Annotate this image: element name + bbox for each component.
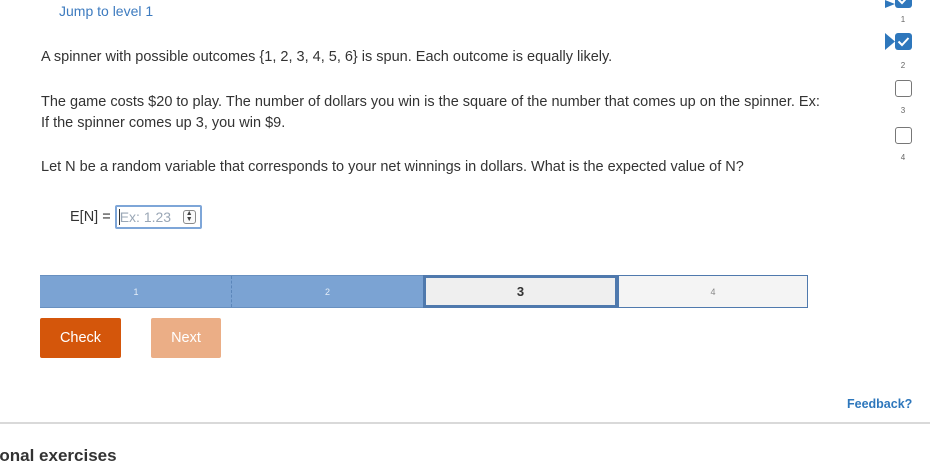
progress-segment-1[interactable]: 1 — [40, 275, 232, 308]
answer-input-wrapper[interactable]: ▲▼ — [114, 205, 202, 229]
level-1-checkmark-icon[interactable] — [895, 0, 912, 8]
jump-to-level-link[interactable]: Jump to level 1 — [59, 3, 153, 19]
feedback-link[interactable]: Feedback? — [847, 397, 912, 411]
check-button[interactable]: Check — [40, 318, 121, 358]
answer-row: E[N] = ▲▼ — [70, 205, 202, 229]
level-3-empty-box-icon[interactable] — [895, 80, 912, 97]
progress-segment-label: 2 — [324, 286, 330, 297]
activity-card: Jump to level 1 A spinner with possible … — [0, 0, 930, 424]
level-2-checkmark-icon[interactable] — [895, 33, 912, 50]
progress-segment-label: 3 — [516, 284, 525, 299]
answer-label: E[N] = — [70, 209, 111, 225]
progress-segment-label: 1 — [133, 286, 139, 297]
current-level-arrow-icon — [885, 0, 895, 8]
level-progress-bar: 1 2 3 4 — [40, 275, 808, 308]
question-text-3: Let N be a random variable that correspo… — [41, 159, 744, 175]
progress-segment-4[interactable]: 4 — [618, 275, 808, 308]
level-number: 1 — [900, 15, 906, 24]
progress-segment-3[interactable]: 3 — [423, 275, 618, 308]
level-checklist: 1 2 3 4 — [885, 0, 932, 170]
level-number: 3 — [900, 106, 906, 115]
current-level-arrow-icon — [885, 33, 895, 50]
next-button[interactable]: Next — [151, 318, 221, 358]
answer-input[interactable] — [116, 207, 181, 227]
level-number: 4 — [900, 153, 906, 162]
level-number: 2 — [900, 61, 906, 70]
progress-segment-label: 4 — [710, 286, 716, 297]
question-text-2: The game costs $20 to play. The number o… — [41, 94, 820, 131]
level-4-empty-box-icon[interactable] — [895, 127, 912, 144]
progress-segment-2[interactable]: 2 — [232, 275, 423, 308]
up-down-stepper-icon[interactable]: ▲ ▼ — [182, 210, 196, 224]
section-heading: tional exercises — [0, 446, 117, 464]
question-text-1: A spinner with possible outcomes {1, 2, … — [41, 49, 613, 65]
